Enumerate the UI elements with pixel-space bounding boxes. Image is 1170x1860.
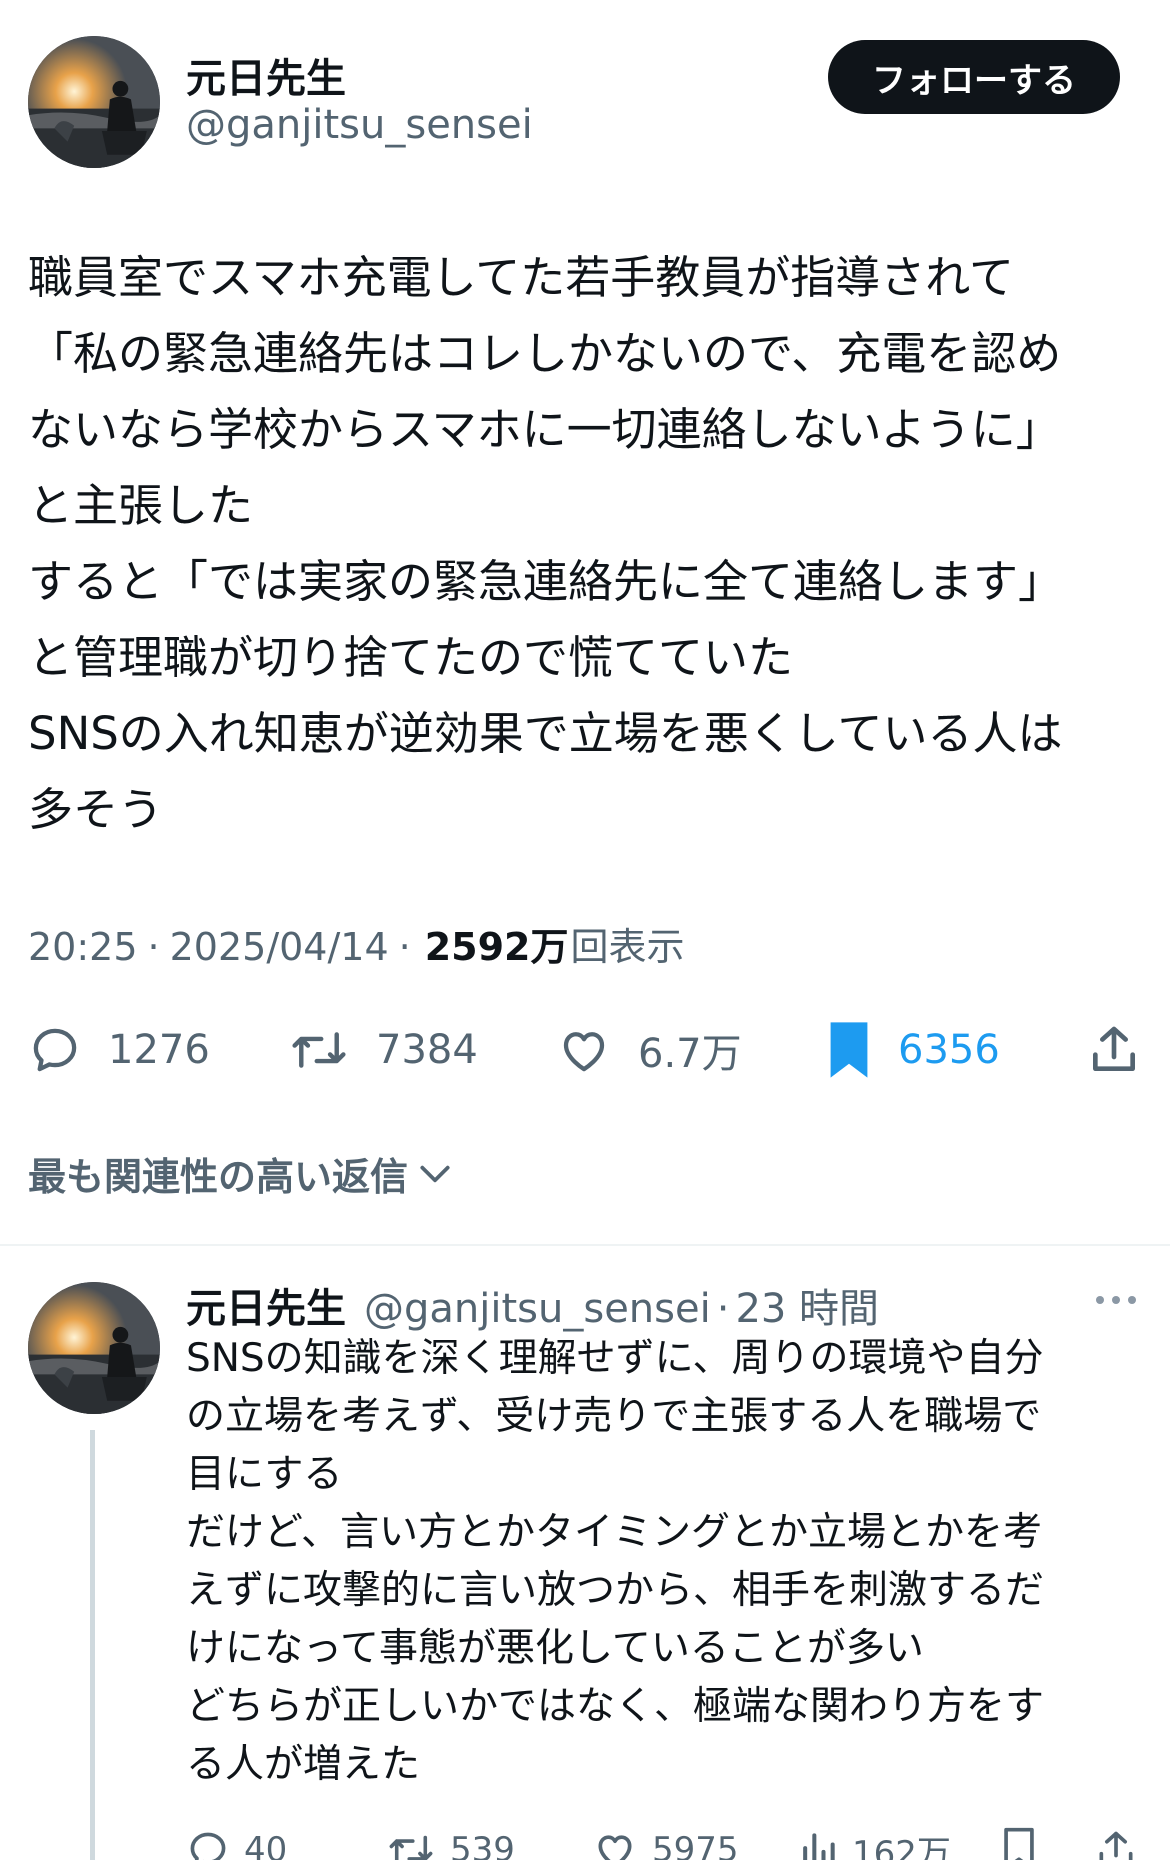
tweet-text-line: すると「では実家の緊急連絡先に全て連絡します」: [28, 555, 1064, 608]
reply-text-line: どちらが正しいかではなく、極端な関わり方をす: [186, 1684, 1045, 1729]
reply-sort-dropdown[interactable]: 最も関連性の高い返信: [28, 1146, 454, 1201]
reply-views-button[interactable]: 162万: [798, 1820, 951, 1860]
views-chart-icon: [803, 1833, 835, 1860]
tweet-action-bar: 1276 7384 6.7万 6356: [0, 1010, 1170, 1090]
tweet-text-line: 「私の緊急連絡先はコレしかないので、充電を認め: [28, 327, 1062, 380]
reply-author-handle[interactable]: @ganjitsu_sensei: [364, 1286, 711, 1332]
reply-count: 1276: [108, 1027, 210, 1073]
reply-header: 元日先生 @ganjitsu_sensei · 23 時間: [186, 1276, 879, 1334]
reply-text-line: の立場を考えず、受け売りで主張する人を職場で: [186, 1394, 1042, 1439]
reply-like-button[interactable]: 5975: [592, 1820, 739, 1860]
avatar-image: [28, 36, 160, 168]
views-label: 回表示: [570, 925, 685, 969]
reply-reply-count: 40: [244, 1830, 288, 1860]
reply-time[interactable]: 23 時間: [735, 1276, 879, 1334]
tweet-text-line: SNSの入れ知恵が逆効果で立場を悪くしている人は: [28, 707, 1063, 760]
reply-author-name[interactable]: 元日先生: [186, 1276, 346, 1334]
author-handle[interactable]: @ganjitsu_sensei: [186, 102, 533, 148]
like-count: 6.7万: [638, 1031, 742, 1077]
share-button[interactable]: [1086, 1010, 1142, 1090]
like-button[interactable]: 6.7万: [556, 1010, 742, 1090]
more-icon: [1096, 1296, 1136, 1304]
reply-separator: ·: [716, 1286, 730, 1332]
section-divider: [0, 1244, 1170, 1246]
chevron-down-icon: [420, 1165, 450, 1182]
bookmark-count: 6356: [898, 1027, 1000, 1073]
author-name[interactable]: 元日先生: [186, 46, 346, 104]
tweet-text: 職員室でスマホ充電してた若手教員が指導されて 「私の緊急連絡先はコレしかないので…: [28, 240, 1148, 848]
reply-reply-button[interactable]: 40: [186, 1820, 287, 1860]
follow-button[interactable]: フォローする: [828, 40, 1120, 114]
author-avatar[interactable]: [28, 36, 160, 168]
reply-icon: [33, 1028, 77, 1072]
reply-share-button[interactable]: [1094, 1820, 1138, 1860]
bookmark-filled-icon: [830, 1022, 868, 1078]
tweet-date[interactable]: 2025/04/14: [170, 925, 389, 969]
tweet-text-line: ないなら学校からスマホに一切連絡しないように」: [28, 403, 1061, 456]
retweet-icon: [389, 1835, 433, 1860]
bookmark-button[interactable]: 6356: [826, 1010, 1000, 1090]
tweet-meta: 20:25 · 2025/04/14 · 2592万 回表示: [28, 916, 685, 971]
reply-text-line: る人が増えた: [186, 1742, 421, 1787]
tweet-text-line: 職員室でスマホ充電してた若手教員が指導されて: [28, 251, 1014, 304]
reply-text-line: えずに攻撃的に言い放つから、相手を刺激するだ: [186, 1568, 1045, 1613]
reply-retweet-button[interactable]: 539: [386, 1820, 515, 1860]
views-count[interactable]: 2592万: [425, 916, 569, 971]
thread-connector-line: [90, 1430, 95, 1860]
reply-views-count: 162万: [852, 1833, 951, 1860]
heart-icon: [563, 1032, 605, 1072]
tweet-text-line: と管理職が切り捨てたので慌てていた: [28, 631, 794, 684]
reply-text-line: けになって事態が悪化していることが多い: [186, 1626, 924, 1671]
meta-separator: ·: [147, 925, 160, 969]
bookmark-icon: [1004, 1827, 1034, 1860]
share-icon: [1099, 1831, 1133, 1860]
reply-author-avatar[interactable]: [28, 1282, 160, 1414]
tweet-text-line: 多そう: [28, 783, 164, 836]
tweet-text-line: と主張した: [28, 479, 254, 532]
reply-bookmark-button[interactable]: [1000, 1820, 1038, 1860]
heart-icon: [598, 1835, 632, 1860]
more-options-button[interactable]: [1094, 1290, 1138, 1314]
retweet-icon: [292, 1032, 346, 1068]
reply-like-count: 5975: [652, 1830, 739, 1860]
retweet-button[interactable]: 7384: [288, 1010, 478, 1090]
tweet-time[interactable]: 20:25: [28, 925, 138, 969]
reply-sort-label: 最も関連性の高い返信: [28, 1155, 409, 1199]
reply-text-line: 目にする: [186, 1452, 343, 1497]
reply-text: SNSの知識を深く理解せずに、周りの環境や自分 の立場を考えず、受け売りで主張す…: [186, 1330, 1146, 1794]
reply-text-line: だけど、言い方とかタイミングとか立場とかを考: [186, 1510, 1043, 1555]
reply-icon: [190, 1832, 226, 1860]
retweet-count: 7384: [376, 1027, 478, 1073]
share-icon: [1093, 1026, 1135, 1071]
meta-separator: ·: [398, 925, 411, 969]
reply-action-bar: 40 539 5975 162万: [0, 1820, 1170, 1860]
reply-text-line: SNSの知識を深く理解せずに、周りの環境や自分: [186, 1336, 1044, 1381]
avatar-image: [28, 1282, 160, 1414]
reply-button[interactable]: 1276: [28, 1010, 210, 1090]
reply-retweet-count: 539: [450, 1830, 515, 1860]
